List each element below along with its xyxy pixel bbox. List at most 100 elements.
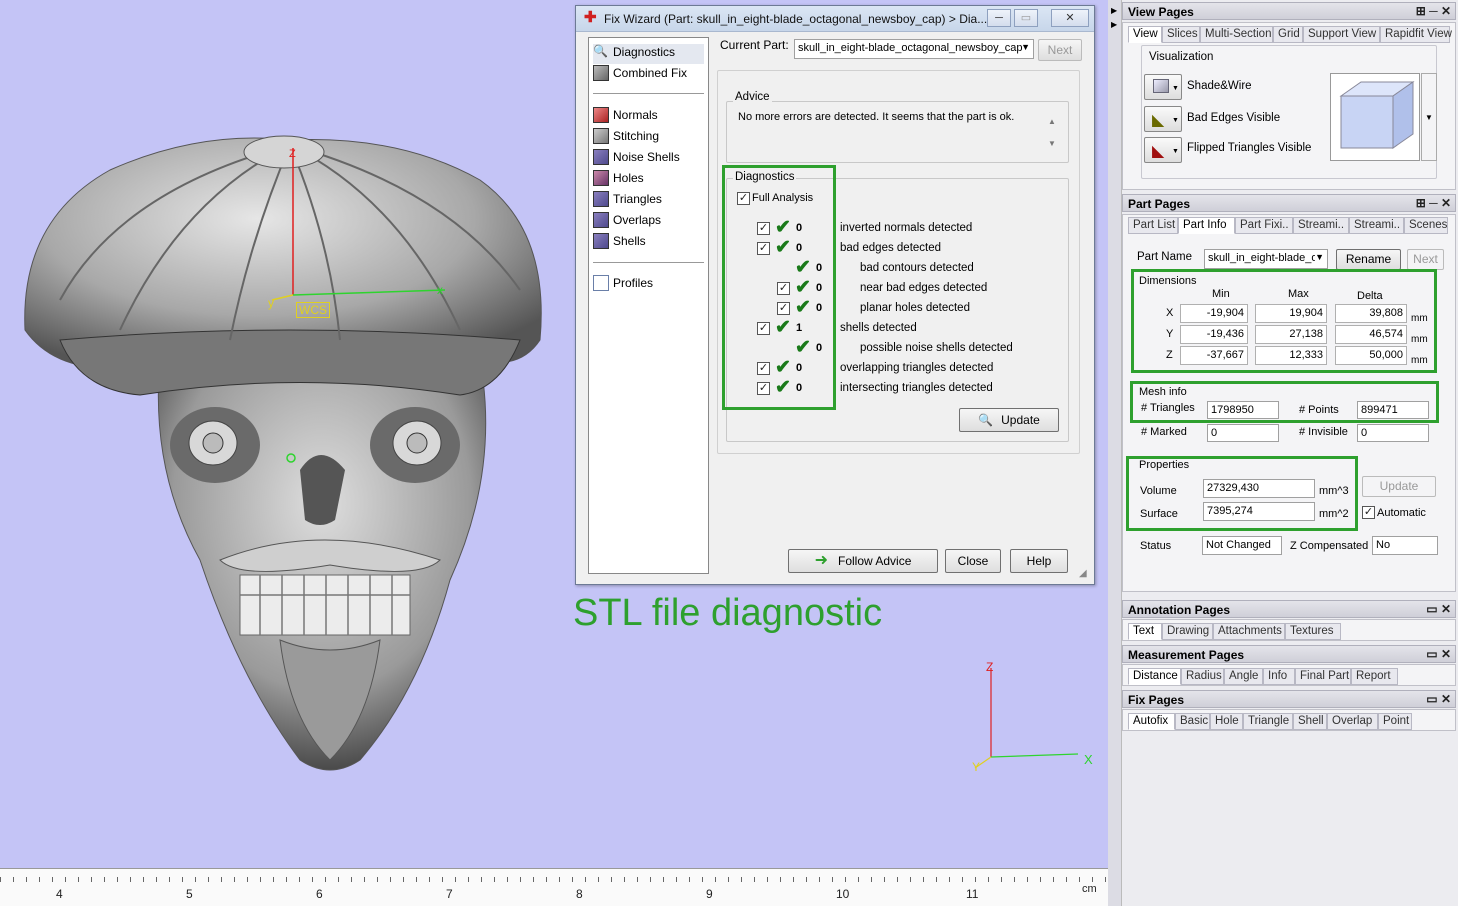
- advice-title: Advice: [733, 91, 772, 103]
- fix-tab[interactable]: Triangle: [1243, 713, 1293, 730]
- advice-scrollbar[interactable]: ▲ ▼: [1045, 111, 1059, 157]
- row-label: intersecting triangles detected: [840, 382, 993, 394]
- shade-wire-button[interactable]: ▼: [1144, 74, 1182, 100]
- view-cube[interactable]: [1330, 73, 1420, 161]
- check-icon: ✔: [775, 377, 791, 398]
- view-tab[interactable]: View: [1128, 26, 1162, 43]
- update-button[interactable]: 🔍 Update: [959, 408, 1059, 432]
- properties-update-button[interactable]: Update: [1362, 476, 1436, 497]
- part-tab[interactable]: Scenes: [1404, 217, 1448, 234]
- fix-tab[interactable]: Shell: [1293, 713, 1327, 730]
- expand-arrow-icon[interactable]: ▶: [1111, 6, 1117, 15]
- part-pages-header[interactable]: Part Pages ⊞ ─ ✕: [1122, 194, 1456, 212]
- nav-overlaps[interactable]: Overlaps: [593, 212, 661, 232]
- part-tab[interactable]: Part List: [1128, 217, 1178, 234]
- ruler-tick: [780, 877, 781, 882]
- annotation-tab[interactable]: Textures: [1285, 623, 1341, 640]
- annotation-pages-header[interactable]: Annotation Pages ▭ ✕: [1122, 600, 1456, 618]
- ruler-label: 6: [316, 887, 323, 901]
- view-tab[interactable]: Multi-Section: [1200, 26, 1273, 43]
- measurement-tab[interactable]: Radius: [1181, 668, 1224, 685]
- nav-noise-shells[interactable]: Noise Shells: [593, 149, 680, 169]
- panel-splitter[interactable]: ▶ ▶: [1108, 0, 1122, 906]
- fix-tab[interactable]: Basic: [1175, 713, 1210, 730]
- close-window-button[interactable]: ✕: [1051, 9, 1089, 27]
- nav-combined-fix[interactable]: Combined Fix: [593, 65, 687, 85]
- current-part-select[interactable]: skull_in_eight-blade_octagonal_newsboy_c…: [794, 39, 1034, 59]
- triangles-icon: [593, 191, 609, 207]
- row-checkbox[interactable]: ✓: [757, 242, 770, 255]
- measurement-tab[interactable]: Final Part: [1295, 668, 1351, 685]
- view-tab[interactable]: Grid: [1273, 26, 1303, 43]
- minimize-button[interactable]: ─: [987, 9, 1011, 27]
- row-checkbox[interactable]: ✓: [757, 362, 770, 375]
- row-checkbox[interactable]: ✓: [777, 302, 790, 315]
- cube-icon: [1339, 81, 1415, 149]
- expand-arrow-icon[interactable]: ▶: [1111, 20, 1117, 29]
- part-tab[interactable]: Streami..: [1349, 217, 1404, 234]
- measurement-tab[interactable]: Info: [1263, 668, 1295, 685]
- nav-normals[interactable]: Normals: [593, 107, 658, 127]
- annotation-tab[interactable]: Text: [1128, 623, 1162, 640]
- nav-diagnostics[interactable]: 🔍 Diagnostics: [593, 44, 704, 64]
- restore-close-icons[interactable]: ▭ ✕: [1426, 602, 1451, 616]
- maximize-button[interactable]: ▭: [1014, 9, 1038, 27]
- nav-shells[interactable]: Shells: [593, 233, 646, 253]
- row-count: 0: [796, 242, 803, 254]
- next-button[interactable]: Next: [1038, 39, 1082, 61]
- dialog-titlebar[interactable]: ✚ Fix Wizard (Part: skull_in_eight-blade…: [576, 6, 1094, 32]
- measurement-pages-header[interactable]: Measurement Pages ▭ ✕: [1122, 645, 1456, 663]
- measurement-tab[interactable]: Angle: [1224, 668, 1263, 685]
- nav-profiles[interactable]: Profiles: [593, 275, 653, 295]
- part-tab[interactable]: Part Fixi..: [1235, 217, 1293, 234]
- row-checkbox[interactable]: ✓: [757, 222, 770, 235]
- row-checkbox[interactable]: ✓: [777, 282, 790, 295]
- measurement-tab[interactable]: Report: [1351, 668, 1398, 685]
- annotation-tab[interactable]: Drawing: [1162, 623, 1213, 640]
- flipped-triangles-button[interactable]: ◣ ▼: [1144, 137, 1182, 163]
- fix-tab[interactable]: Overlap: [1327, 713, 1378, 730]
- nav-triangles[interactable]: Triangles: [593, 191, 662, 211]
- ruler-tick: [897, 877, 898, 882]
- part-tab[interactable]: Streami..: [1293, 217, 1349, 234]
- rename-button[interactable]: Rename: [1336, 249, 1401, 270]
- ruler-tick: [117, 877, 118, 882]
- restore-close-icons[interactable]: ▭ ✕: [1426, 692, 1451, 706]
- shade-wire-icon: [1153, 79, 1169, 93]
- fix-tab[interactable]: Hole: [1210, 713, 1243, 730]
- part-name-select[interactable]: skull_in_eight-blade_o ▼: [1204, 249, 1328, 269]
- view-tab[interactable]: Rapidfit View: [1380, 26, 1452, 43]
- nav-holes[interactable]: Holes: [593, 170, 644, 190]
- close-button[interactable]: Close: [945, 549, 1001, 573]
- view-tab[interactable]: Support View: [1303, 26, 1380, 43]
- ruler-tick: [715, 877, 716, 882]
- automatic-checkbox[interactable]: ✓: [1362, 506, 1375, 519]
- dim-axis: Y: [1166, 328, 1174, 340]
- annotation-tab[interactable]: Attachments: [1213, 623, 1285, 640]
- pin-close-icons[interactable]: ⊞ ─ ✕: [1416, 196, 1451, 210]
- help-button[interactable]: Help: [1010, 549, 1068, 573]
- measurement-tab[interactable]: Distance: [1128, 668, 1181, 685]
- follow-advice-button[interactable]: ➜ Follow Advice: [788, 549, 938, 573]
- fix-tab[interactable]: Autofix: [1128, 713, 1175, 730]
- row-checkbox[interactable]: ✓: [757, 322, 770, 335]
- view-dropdown-button[interactable]: ▼: [1421, 73, 1437, 161]
- view-pages-header[interactable]: View Pages ⊞ ─ ✕: [1122, 2, 1456, 20]
- ruler-tick: [26, 877, 27, 882]
- nav-stitching[interactable]: Stitching: [593, 128, 659, 148]
- ruler-label: 5: [186, 887, 193, 901]
- magnifier-icon: 🔍: [593, 44, 608, 58]
- part-next-button[interactable]: Next: [1407, 249, 1444, 270]
- ruler-tick: [572, 877, 573, 882]
- part-tab[interactable]: Part Info: [1178, 217, 1235, 234]
- resize-grip-icon[interactable]: ◢: [1079, 568, 1087, 579]
- fix-tab[interactable]: Point: [1378, 713, 1412, 730]
- normals-icon: [593, 107, 609, 123]
- view-tab[interactable]: Slices: [1162, 26, 1200, 43]
- ruler-tick: [832, 877, 833, 882]
- fix-pages-header[interactable]: Fix Pages ▭ ✕: [1122, 690, 1456, 708]
- restore-close-icons[interactable]: ▭ ✕: [1426, 647, 1451, 661]
- row-checkbox[interactable]: ✓: [757, 382, 770, 395]
- pin-close-icons[interactable]: ⊞ ─ ✕: [1416, 4, 1451, 18]
- bad-edges-button[interactable]: ◣ ▼: [1144, 106, 1182, 132]
